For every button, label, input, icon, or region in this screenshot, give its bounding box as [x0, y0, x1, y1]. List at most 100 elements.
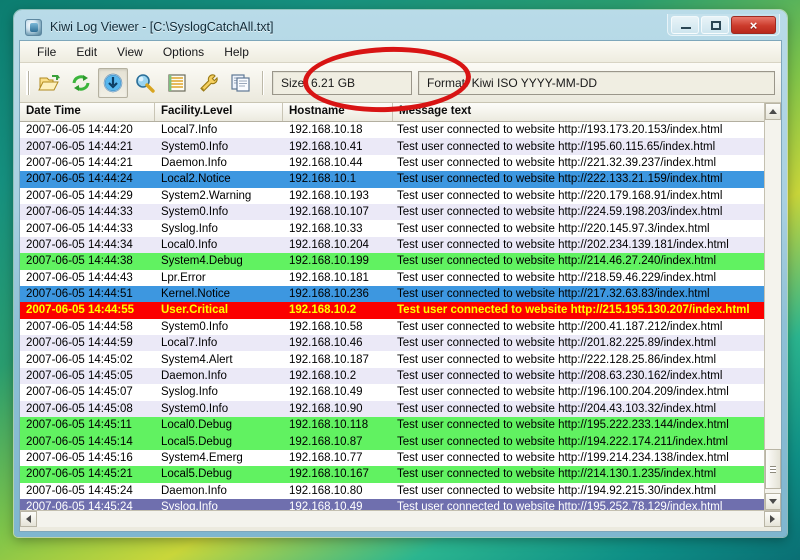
window-controls: ×	[667, 14, 780, 36]
horizontal-scroll-track[interactable]	[37, 511, 764, 527]
table-row[interactable]: 2007-06-05 14:45:05Daemon.Info192.168.10…	[20, 368, 764, 384]
cell-hostname: 192.168.10.193	[283, 190, 393, 202]
vertical-scroll-track[interactable]	[765, 120, 781, 493]
menu-item-edit[interactable]: Edit	[67, 43, 106, 61]
cell-message: Test user connected to website http://22…	[393, 190, 764, 202]
cell-hostname: 192.168.10.187	[283, 354, 393, 366]
log-grid: Date Time Facility.Level Hostname Messag…	[20, 103, 781, 527]
cell-hostname: 192.168.10.87	[283, 436, 393, 448]
cell-facility: System0.Info	[155, 206, 283, 218]
cell-hostname: 192.168.10.18	[283, 124, 393, 136]
scroll-down-button[interactable]	[765, 493, 781, 510]
table-row[interactable]: 2007-06-05 14:45:08System0.Info192.168.1…	[20, 401, 764, 417]
cell-message: Test user connected to website http://21…	[393, 288, 764, 300]
cell-date: 2007-06-05 14:45:24	[20, 485, 155, 497]
cell-hostname: 192.168.10.181	[283, 272, 393, 284]
cell-facility: System4.Emerg	[155, 452, 283, 464]
scroll-up-button[interactable]	[765, 103, 781, 120]
scroll-right-button[interactable]	[764, 511, 781, 527]
table-row[interactable]: 2007-06-05 14:45:07Syslog.Info192.168.10…	[20, 384, 764, 400]
vertical-scroll-thumb[interactable]	[765, 449, 781, 489]
cell-message: Test user connected to website http://20…	[393, 321, 764, 333]
cell-hostname: 192.168.10.80	[283, 485, 393, 497]
cell-facility: Syslog.Info	[155, 501, 283, 510]
table-row[interactable]: 2007-06-05 14:44:21System0.Info192.168.1…	[20, 138, 764, 154]
copy-button[interactable]	[226, 68, 256, 98]
cell-hostname: 192.168.10.2	[283, 370, 393, 382]
table-row[interactable]: 2007-06-05 14:45:16System4.Emerg192.168.…	[20, 450, 764, 466]
table-row[interactable]: 2007-06-05 14:44:38System4.Debug192.168.…	[20, 253, 764, 269]
table-row[interactable]: 2007-06-05 14:44:34Local0.Info192.168.10…	[20, 237, 764, 253]
cell-message: Test user connected to website http://19…	[393, 386, 764, 398]
cell-date: 2007-06-05 14:44:20	[20, 124, 155, 136]
tail-file-button[interactable]	[98, 68, 128, 98]
close-button[interactable]: ×	[731, 16, 776, 34]
menu-item-help[interactable]: Help	[215, 43, 258, 61]
horizontal-scrollbar[interactable]	[20, 510, 781, 527]
table-row[interactable]: 2007-06-05 14:44:24Local2.Notice192.168.…	[20, 171, 764, 187]
table-row[interactable]: 2007-06-05 14:44:59Local7.Info192.168.10…	[20, 335, 764, 351]
table-row[interactable]: 2007-06-05 14:44:33Syslog.Info192.168.10…	[20, 220, 764, 236]
table-row[interactable]: 2007-06-05 14:45:21Local5.Debug192.168.1…	[20, 466, 764, 482]
cell-date: 2007-06-05 14:45:14	[20, 436, 155, 448]
toolbar-grip[interactable]	[26, 71, 30, 95]
title-bar[interactable]: Kiwi Log Viewer - [C:\SyslogCatchAll.txt…	[19, 14, 782, 40]
scroll-left-button[interactable]	[20, 511, 37, 527]
grid-rows[interactable]: 2007-06-05 14:44:20Local7.Info192.168.10…	[20, 122, 764, 510]
menu-item-file[interactable]: File	[28, 43, 65, 61]
cell-facility: Lpr.Error	[155, 272, 283, 284]
open-file-button[interactable]	[34, 68, 64, 98]
cell-date: 2007-06-05 14:45:07	[20, 386, 155, 398]
kiwi-log-viewer-window: Kiwi Log Viewer - [C:\SyslogCatchAll.txt…	[14, 10, 787, 537]
minimize-button[interactable]	[671, 16, 699, 34]
toolbar: Size: 6.21 GB Format: Kiwi ISO YYYY-MM-D…	[20, 63, 781, 103]
find-button[interactable]	[130, 68, 160, 98]
cell-date: 2007-06-05 14:44:21	[20, 141, 155, 153]
view-details-button[interactable]	[162, 68, 192, 98]
table-row[interactable]: 2007-06-05 14:45:24Syslog.Info192.168.10…	[20, 499, 764, 510]
grid-header-row: Date Time Facility.Level Hostname Messag…	[20, 103, 764, 122]
cell-facility: Syslog.Info	[155, 223, 283, 235]
client-area: File Edit View Options Help	[19, 40, 782, 532]
column-header-facility-level[interactable]: Facility.Level	[155, 103, 283, 121]
cell-date: 2007-06-05 14:45:21	[20, 468, 155, 480]
cell-hostname: 192.168.10.77	[283, 452, 393, 464]
menu-item-view[interactable]: View	[108, 43, 152, 61]
cell-facility: System0.Info	[155, 403, 283, 415]
column-header-hostname[interactable]: Hostname	[283, 103, 393, 121]
vertical-scrollbar[interactable]	[764, 103, 781, 510]
settings-button[interactable]	[194, 68, 224, 98]
table-row[interactable]: 2007-06-05 14:44:51Kernel.Notice192.168.…	[20, 286, 764, 302]
cell-message: Test user connected to website http://22…	[393, 354, 764, 366]
cell-date: 2007-06-05 14:45:24	[20, 501, 155, 510]
table-row[interactable]: 2007-06-05 14:45:14Local5.Debug192.168.1…	[20, 433, 764, 449]
column-header-message-text[interactable]: Message text	[393, 103, 764, 121]
cell-hostname: 192.168.10.2	[283, 304, 393, 316]
kiwi-app-icon	[25, 19, 42, 36]
table-row[interactable]: 2007-06-05 14:44:20Local7.Info192.168.10…	[20, 122, 764, 138]
column-header-date-time[interactable]: Date Time	[20, 103, 155, 121]
log-format-field: Format: Kiwi ISO YYYY-MM-DD	[418, 71, 775, 95]
table-row[interactable]: 2007-06-05 14:45:11Local0.Debug192.168.1…	[20, 417, 764, 433]
cell-message: Test user connected to website http://22…	[393, 206, 764, 218]
cell-date: 2007-06-05 14:44:58	[20, 321, 155, 333]
table-row[interactable]: 2007-06-05 14:44:43Lpr.Error192.168.10.1…	[20, 270, 764, 286]
refresh-button[interactable]	[66, 68, 96, 98]
cell-facility: Syslog.Info	[155, 386, 283, 398]
cell-hostname: 192.168.10.107	[283, 206, 393, 218]
table-row[interactable]: 2007-06-05 14:44:29System2.Warning192.16…	[20, 188, 764, 204]
table-row[interactable]: 2007-06-05 14:44:58System0.Info192.168.1…	[20, 319, 764, 335]
maximize-button[interactable]	[701, 16, 729, 34]
go-to-end-icon	[102, 73, 124, 93]
table-row[interactable]: 2007-06-05 14:44:33System0.Info192.168.1…	[20, 204, 764, 220]
cell-facility: System4.Alert	[155, 354, 283, 366]
table-row[interactable]: 2007-06-05 14:45:02System4.Alert192.168.…	[20, 351, 764, 367]
window-title: Kiwi Log Viewer - [C:\SyslogCatchAll.txt…	[50, 20, 273, 34]
table-row[interactable]: 2007-06-05 14:44:55User.Critical192.168.…	[20, 302, 764, 318]
cell-date: 2007-06-05 14:44:21	[20, 157, 155, 169]
cell-hostname: 192.168.10.1	[283, 173, 393, 185]
table-row[interactable]: 2007-06-05 14:44:21Daemon.Info192.168.10…	[20, 155, 764, 171]
find-icon	[134, 73, 156, 93]
menu-item-options[interactable]: Options	[154, 43, 213, 61]
table-row[interactable]: 2007-06-05 14:45:24Daemon.Info192.168.10…	[20, 483, 764, 499]
